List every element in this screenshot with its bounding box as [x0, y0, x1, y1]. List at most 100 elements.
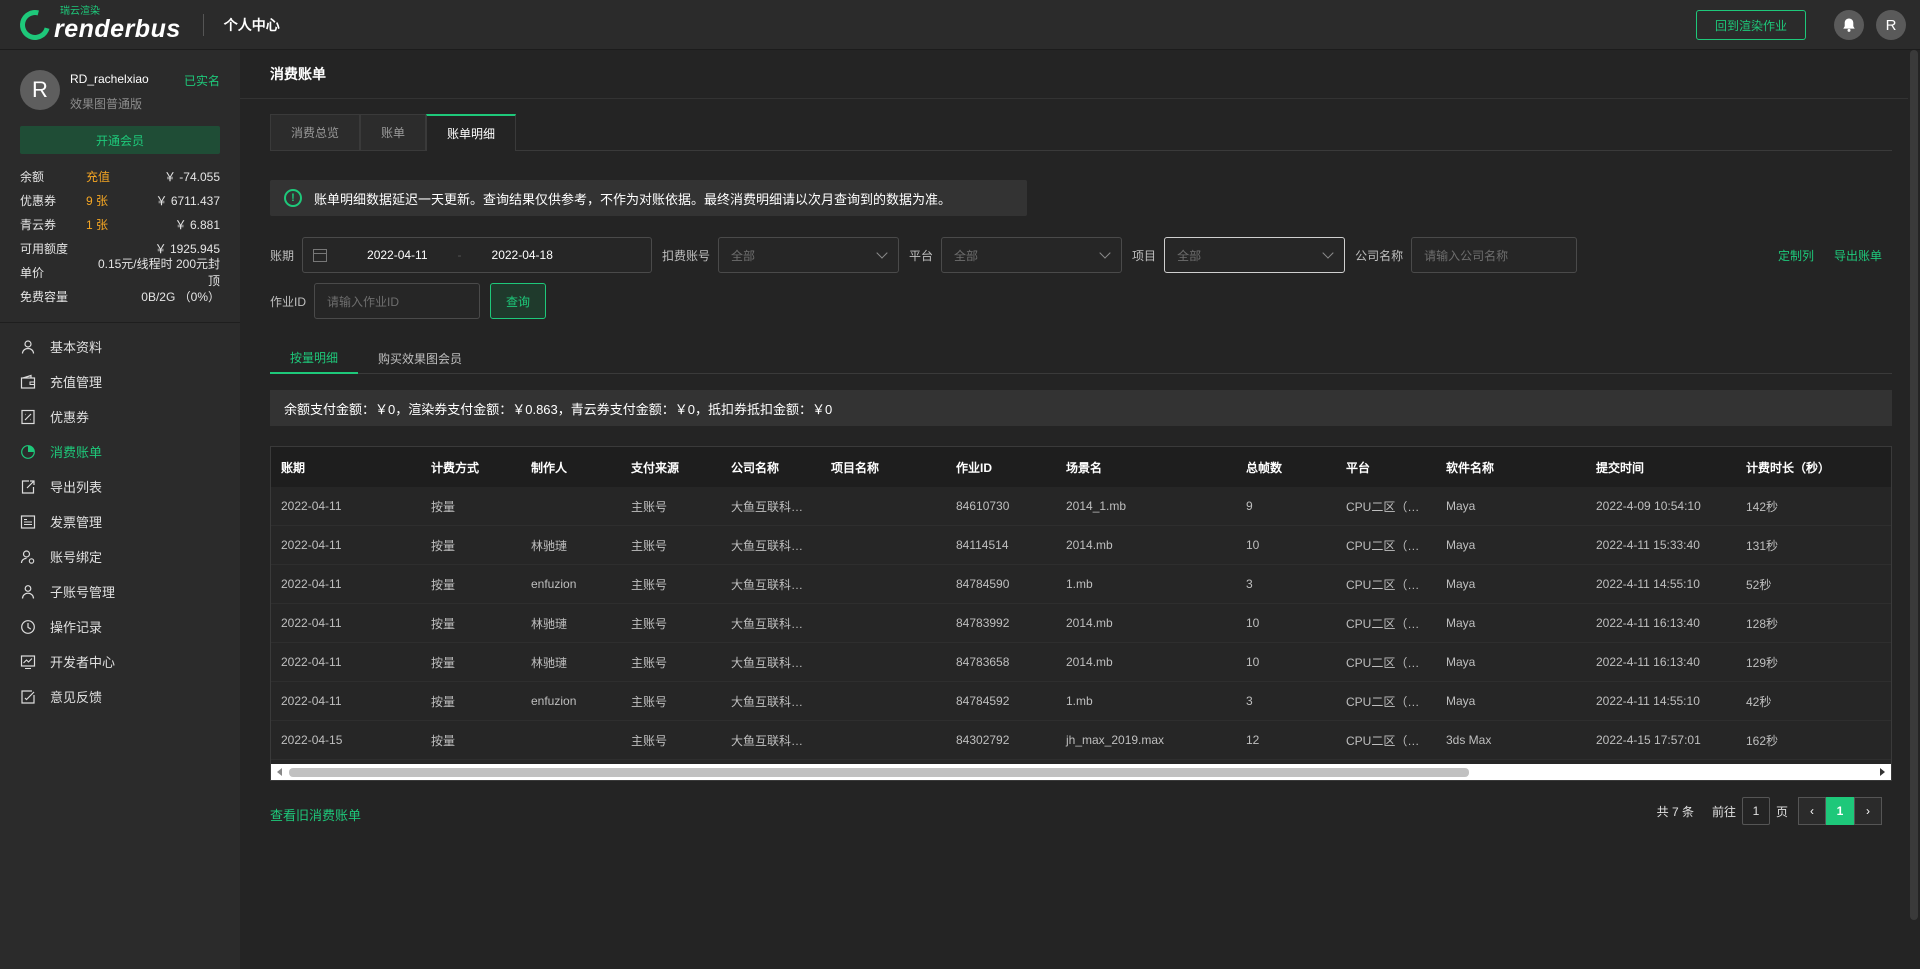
table-cell: 大鱼互联科技有限公司 [731, 538, 821, 553]
chevron-down-icon [1322, 247, 1334, 259]
goto-label: 前往 [1711, 804, 1736, 819]
sidebar-item-recharge[interactable]: 充值管理 [0, 364, 240, 399]
column-header[interactable]: 平台 [1336, 459, 1436, 476]
column-header[interactable]: 项目名称 [821, 459, 946, 476]
table-cell: 42秒 [1746, 694, 1772, 709]
column-header[interactable]: 总帧数 [1236, 459, 1336, 476]
scrollbar-thumb[interactable] [289, 768, 1469, 777]
column-header[interactable]: 场景名 [1056, 459, 1236, 476]
sidebar-item-invoice[interactable]: 发票管理 [0, 504, 240, 539]
table-cell: 84302792 [956, 733, 1010, 747]
tab-bill-detail[interactable]: 账单明细 [426, 114, 517, 151]
page-jump-input[interactable]: 1 [1741, 797, 1770, 825]
back-to-render-jobs-button[interactable]: 回到渲染作业 [1695, 10, 1806, 40]
column-header[interactable]: 提交时间 [1586, 459, 1736, 476]
sidebar-item-coupon[interactable]: 优惠券 [0, 399, 240, 434]
table-row[interactable]: 2022-04-15 按量 主账号 大鱼互联科技有限公司 84302792 jh_max_… [271, 721, 1891, 760]
qingyun-count-link[interactable]: 1 张 [86, 216, 146, 233]
page-title: 消费账单 [270, 66, 326, 82]
total-count: 共 7 条 [1656, 804, 1694, 819]
table-cell: 84783658 [956, 655, 1010, 669]
scroll-left-arrow-icon[interactable] [277, 768, 282, 776]
table-cell: 按量 [431, 577, 456, 592]
query-button[interactable]: 查询 [490, 283, 547, 319]
job-id-input[interactable]: 请输入作业ID [314, 283, 481, 319]
column-header[interactable]: 计费时长（秒） [1736, 459, 1886, 476]
table-cell: CPU二区（上海） [1346, 733, 1436, 748]
sidebar-item-account-bind[interactable]: 账号绑定 [0, 539, 240, 574]
info-row-storage: 免费容量 0B/2G （0%） [20, 289, 220, 304]
table-cell: 84784590 [956, 577, 1010, 591]
user-profile-block: R RD_rachelxiao 效果图普通版 已实名 开通会员 [0, 50, 240, 154]
table-cell: 2022-04-11 [281, 538, 342, 552]
table-cell: 大鱼互联科技有限公司 [731, 694, 821, 709]
sidebar-item-developer[interactable]: 开发者中心 [0, 644, 240, 679]
main-content: 消费账单 消费总览 账单 账单明细 ! 账单明细数据延迟一天更新。查询结果仅供参… [240, 50, 1908, 969]
column-header[interactable]: 软件名称 [1436, 459, 1586, 476]
sidebar-item-operation-log[interactable]: 操作记录 [0, 609, 240, 644]
column-header[interactable]: 作业ID [946, 459, 1056, 476]
page-unit-label: 页 [1775, 804, 1788, 819]
project-select[interactable]: 全部 [1164, 237, 1346, 273]
table-cell: 2022-04-11 [281, 655, 342, 669]
user-avatar-button[interactable]: R [1876, 10, 1906, 40]
table-row[interactable]: 2022-04-11 按量 主账号 大鱼互联科技有限公司 84610730 2014_1.… [271, 487, 1891, 526]
table-cell: 按量 [431, 733, 456, 748]
date-start[interactable]: 2022-04-11 [367, 248, 428, 262]
column-header[interactable]: 公司名称 [721, 459, 821, 476]
table-cell: 1.mb [1066, 694, 1093, 708]
export-bill-link[interactable]: 导出账单 [1834, 247, 1882, 264]
sidebar-item-feedback[interactable]: 意见反馈 [0, 679, 240, 714]
subtab-vip-purchase[interactable]: 购买效果图会员 [358, 343, 482, 373]
scroll-right-arrow-icon[interactable] [1880, 768, 1885, 776]
table-cell: CPU二区（上海） [1346, 694, 1436, 709]
next-page-button[interactable]: › [1854, 797, 1882, 825]
notification-bell-icon[interactable] [1834, 10, 1864, 40]
verified-badge: 已实名 [183, 74, 220, 88]
table-cell: 2022-04-11 [281, 499, 342, 513]
coupon-count-link[interactable]: 9 张 [86, 192, 146, 209]
table-cell: 主账号 [631, 538, 668, 553]
table-cell: Maya [1446, 499, 1476, 513]
subtab-usage-detail[interactable]: 按量明细 [270, 343, 359, 374]
table-cell: 1.mb [1066, 577, 1093, 591]
table-cell: 2014.mb [1066, 538, 1113, 552]
column-header[interactable]: 制作人 [521, 459, 621, 476]
page-number-current[interactable]: 1 [1826, 797, 1854, 825]
vertical-scrollbar[interactable] [1910, 50, 1918, 920]
notice-banner: ! 账单明细数据延迟一天更新。查询结果仅供参考，不作为对账依据。最终消费明细请以… [270, 180, 1027, 216]
company-input[interactable]: 请输入公司名称 [1411, 237, 1578, 273]
sidebar-item-bill[interactable]: 消费账单 [0, 434, 240, 469]
page-header: 消费账单 [240, 50, 1908, 99]
table-cell: 主账号 [631, 616, 668, 631]
table-cell: 52秒 [1746, 577, 1772, 592]
table-row[interactable]: 2022-04-11 按量 林驰璉 主账号 大鱼互联科技有限公司 84783658 2014… [271, 643, 1891, 682]
sidebar-item-export[interactable]: 导出列表 [0, 469, 240, 504]
column-header[interactable]: 计费方式 [421, 459, 521, 476]
tab-overview[interactable]: 消费总览 [270, 114, 361, 150]
prev-page-button[interactable]: ‹ [1798, 797, 1826, 825]
date-end[interactable]: 2022-04-18 [492, 248, 553, 262]
table-row[interactable]: 2022-04-11 按量 enfuzion 主账号 大鱼互联科技有限公司 8478459… [271, 682, 1891, 721]
view-old-bill-link[interactable]: 查看旧消费账单 [270, 805, 361, 824]
column-header[interactable]: 账期 [271, 459, 421, 476]
horizontal-scrollbar[interactable] [271, 764, 1891, 780]
table-row[interactable]: 2022-04-11 按量 enfuzion 主账号 大鱼互联科技有限公司 8478459… [271, 565, 1891, 604]
logo[interactable]: 瑞云渲染 renderbus [14, 0, 181, 50]
table-row[interactable]: 2022-04-11 按量 林驰璉 主账号 大鱼互联科技有限公司 84114514 2014… [271, 526, 1891, 565]
column-header[interactable]: 支付来源 [621, 459, 721, 476]
table-cell: 2022-4-11 14:55:10 [1596, 694, 1700, 708]
sidebar-item-profile[interactable]: 基本资料 [0, 329, 240, 364]
deduct-account-select[interactable]: 全部 [718, 237, 900, 273]
tab-bill[interactable]: 账单 [360, 114, 427, 150]
table-row[interactable]: 2022-04-11 按量 林驰璉 主账号 大鱼互联科技有限公司 84783992 2014… [271, 604, 1891, 643]
sidebar-item-sub-account[interactable]: 子账号管理 [0, 574, 240, 609]
bill-icon [20, 444, 36, 460]
open-vip-button[interactable]: 开通会员 [20, 126, 220, 154]
platform-select[interactable]: 全部 [941, 237, 1123, 273]
table-cell: 162秒 [1746, 733, 1779, 748]
date-range-picker[interactable]: 2022-04-11 - 2022-04-18 [302, 237, 653, 273]
recharge-link[interactable]: 充值 [86, 168, 146, 185]
custom-columns-link[interactable]: 定制列 [1778, 247, 1814, 264]
bill-detail-table: 账期 计费方式 制作人 支付来源 公司名称 项目名称 作业ID 场景名 总帧数 … [270, 446, 1892, 781]
